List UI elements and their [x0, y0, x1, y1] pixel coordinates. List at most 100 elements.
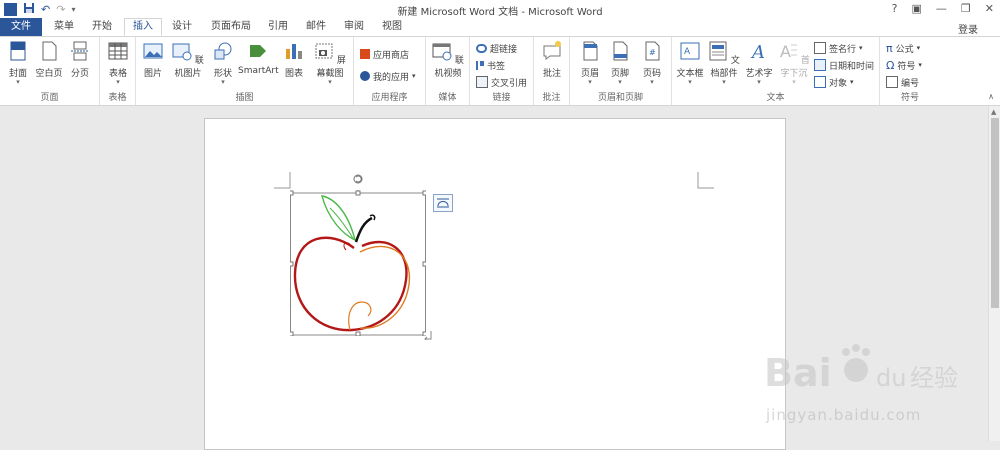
header-button[interactable]: 页眉 ▾ — [576, 41, 604, 86]
page-number-icon: # — [645, 41, 660, 61]
resize-handle-nw[interactable] — [290, 190, 294, 196]
svg-text:du: du — [876, 364, 906, 392]
group-illustrations: 图片 联机图片 形状 ▾ SmartArt 图表 屏幕截图 ▾ 插图 — [136, 37, 354, 105]
scrollbar-thumb[interactable] — [991, 118, 999, 308]
tab-view[interactable]: 视图 — [378, 18, 406, 36]
chart-button[interactable]: 图表 — [282, 41, 306, 79]
layout-options-button[interactable] — [433, 194, 453, 212]
group-label-illustrations: 插图 — [235, 93, 254, 103]
tab-design[interactable]: 设计 — [168, 18, 196, 36]
date-time-button[interactable]: 日期和时间 — [814, 58, 874, 72]
tab-mailings[interactable]: 邮件 — [302, 18, 330, 36]
bookmark-icon — [476, 60, 484, 70]
vertical-scrollbar[interactable]: ▲ — [988, 106, 1000, 441]
rotate-handle-icon[interactable] — [352, 173, 364, 185]
apple-body-outline — [293, 236, 408, 332]
quick-parts-button[interactable]: 文档部件 ▾ — [706, 41, 742, 86]
quick-parts-icon — [709, 41, 727, 61]
table-button[interactable]: 表格 ▾ — [104, 41, 132, 86]
layout-options-icon — [437, 198, 449, 208]
apple-picture[interactable] — [290, 190, 426, 336]
number-button[interactable]: 编号 — [886, 75, 919, 89]
object-button[interactable]: 对象 ▾ — [814, 75, 854, 89]
cover-page-button[interactable]: 封面 ▾ — [4, 41, 32, 86]
svg-text:A: A — [684, 47, 691, 57]
signature-line-button[interactable]: 签名行 ▾ — [814, 41, 863, 55]
resize-handle-sw[interactable] — [290, 331, 294, 336]
tab-references[interactable]: 引用 — [264, 18, 292, 36]
picture-button[interactable]: 图片 — [140, 41, 166, 79]
restore-icon[interactable]: ❐ — [961, 2, 971, 15]
ribbon-tab-bar: 文件 菜单 开始 插入 设计 页面布局 引用 邮件 审阅 视图 登录 — [0, 18, 1000, 36]
margin-mark-top-left — [274, 172, 291, 189]
blank-page-button[interactable]: 空白页 — [34, 41, 64, 79]
cross-reference-button[interactable]: 交叉引用 — [476, 75, 527, 89]
hyperlink-button[interactable]: 超链接 — [476, 41, 517, 55]
wordart-button[interactable]: A 艺术字 ▾ — [744, 41, 774, 86]
ribbon: 封面 ▾ 空白页 分页 页面 表格 ▾ 表格 图片 联机图片 形状 ▾ Smar… — [0, 36, 1000, 106]
page-number-button[interactable]: # 页码 ▾ — [638, 41, 666, 86]
resize-handle-ne[interactable] — [422, 190, 426, 196]
number-icon — [886, 76, 898, 88]
resize-handle-s[interactable] — [355, 331, 361, 336]
bookmark-button[interactable]: 书签 — [476, 58, 505, 72]
pi-icon: π — [886, 41, 893, 55]
footer-button[interactable]: 页脚 ▾ — [606, 41, 634, 86]
online-video-button[interactable]: 联机视频 — [428, 41, 468, 79]
help-icon[interactable]: ? — [892, 2, 898, 15]
group-header-footer: 页眉 ▾ 页脚 ▾ # 页码 ▾ 页眉和页脚 — [570, 37, 672, 105]
my-apps-button[interactable]: 我的应用 ▾ — [360, 69, 416, 83]
title-bar: W ↶ ↷ ▾ 新建 Microsoft Word 文档 - Microsoft… — [0, 0, 1000, 18]
shapes-icon — [214, 42, 232, 60]
online-video-icon — [432, 43, 452, 61]
symbol-button[interactable]: Ω 符号 ▾ — [886, 58, 922, 72]
group-label-apps: 应用程序 — [371, 93, 408, 103]
smartart-button[interactable]: SmartArt — [238, 41, 279, 76]
online-picture-icon — [172, 43, 192, 61]
page-break-button[interactable]: 分页 — [66, 41, 94, 79]
resize-handle-n[interactable] — [355, 190, 361, 196]
collapse-ribbon-icon[interactable]: ∧ — [988, 92, 994, 101]
screenshot-button[interactable]: 屏幕截图 ▾ — [310, 41, 350, 86]
online-picture-button[interactable]: 联机图片 — [168, 41, 208, 79]
group-label-links: 链接 — [492, 93, 511, 103]
paragraph-mark-icon — [424, 331, 432, 340]
textbox-icon: A — [680, 42, 700, 60]
object-icon — [814, 76, 826, 88]
comment-icon — [543, 41, 561, 60]
close-icon[interactable]: ✕ — [985, 2, 994, 15]
apple-inner-swirl — [348, 301, 372, 331]
scroll-up-icon[interactable]: ▲ — [991, 108, 996, 116]
ribbon-display-options-icon[interactable]: ▣ — [912, 2, 922, 15]
page-break-icon — [71, 41, 89, 61]
tab-menu[interactable]: 菜单 — [50, 18, 78, 36]
comment-button[interactable]: 批注 — [538, 41, 566, 79]
tab-review[interactable]: 审阅 — [340, 18, 368, 36]
resize-handle-w[interactable] — [290, 261, 294, 267]
hyperlink-icon — [476, 43, 487, 53]
watermark-url: jingyan.baidu.com — [766, 406, 922, 424]
chart-icon — [286, 44, 302, 59]
equation-button[interactable]: π 公式 ▾ — [886, 41, 920, 55]
tab-insert[interactable]: 插入 — [124, 18, 162, 36]
header-icon — [583, 41, 598, 61]
shapes-button[interactable]: 形状 ▾ — [210, 41, 236, 86]
group-apps: 应用商店 我的应用 ▾ 应用程序 — [354, 37, 426, 105]
tab-home[interactable]: 开始 — [88, 18, 116, 36]
store-button[interactable]: 应用商店 — [360, 47, 409, 61]
blank-page-icon — [42, 41, 57, 61]
tab-file[interactable]: 文件 — [0, 18, 42, 36]
svg-text:Bai: Bai — [764, 351, 832, 395]
minimize-icon[interactable]: — — [936, 2, 947, 15]
group-label-symbols: 符号 — [900, 93, 919, 103]
tab-page-layout[interactable]: 页面布局 — [206, 18, 256, 36]
picture-icon — [143, 43, 163, 59]
signature-line-icon — [814, 42, 826, 54]
resize-handle-e[interactable] — [422, 261, 426, 267]
textbox-button[interactable]: A 文本框 ▾ — [676, 41, 704, 86]
window-controls: ? ▣ — ❐ ✕ — [892, 2, 994, 15]
baidu-logo-icon: Bai du 经验 — [764, 344, 958, 395]
login-link[interactable]: 登录 — [958, 21, 978, 36]
dropcap-button[interactable]: A 首字下沉 ▾ — [776, 41, 812, 86]
calendar-icon — [814, 59, 826, 71]
